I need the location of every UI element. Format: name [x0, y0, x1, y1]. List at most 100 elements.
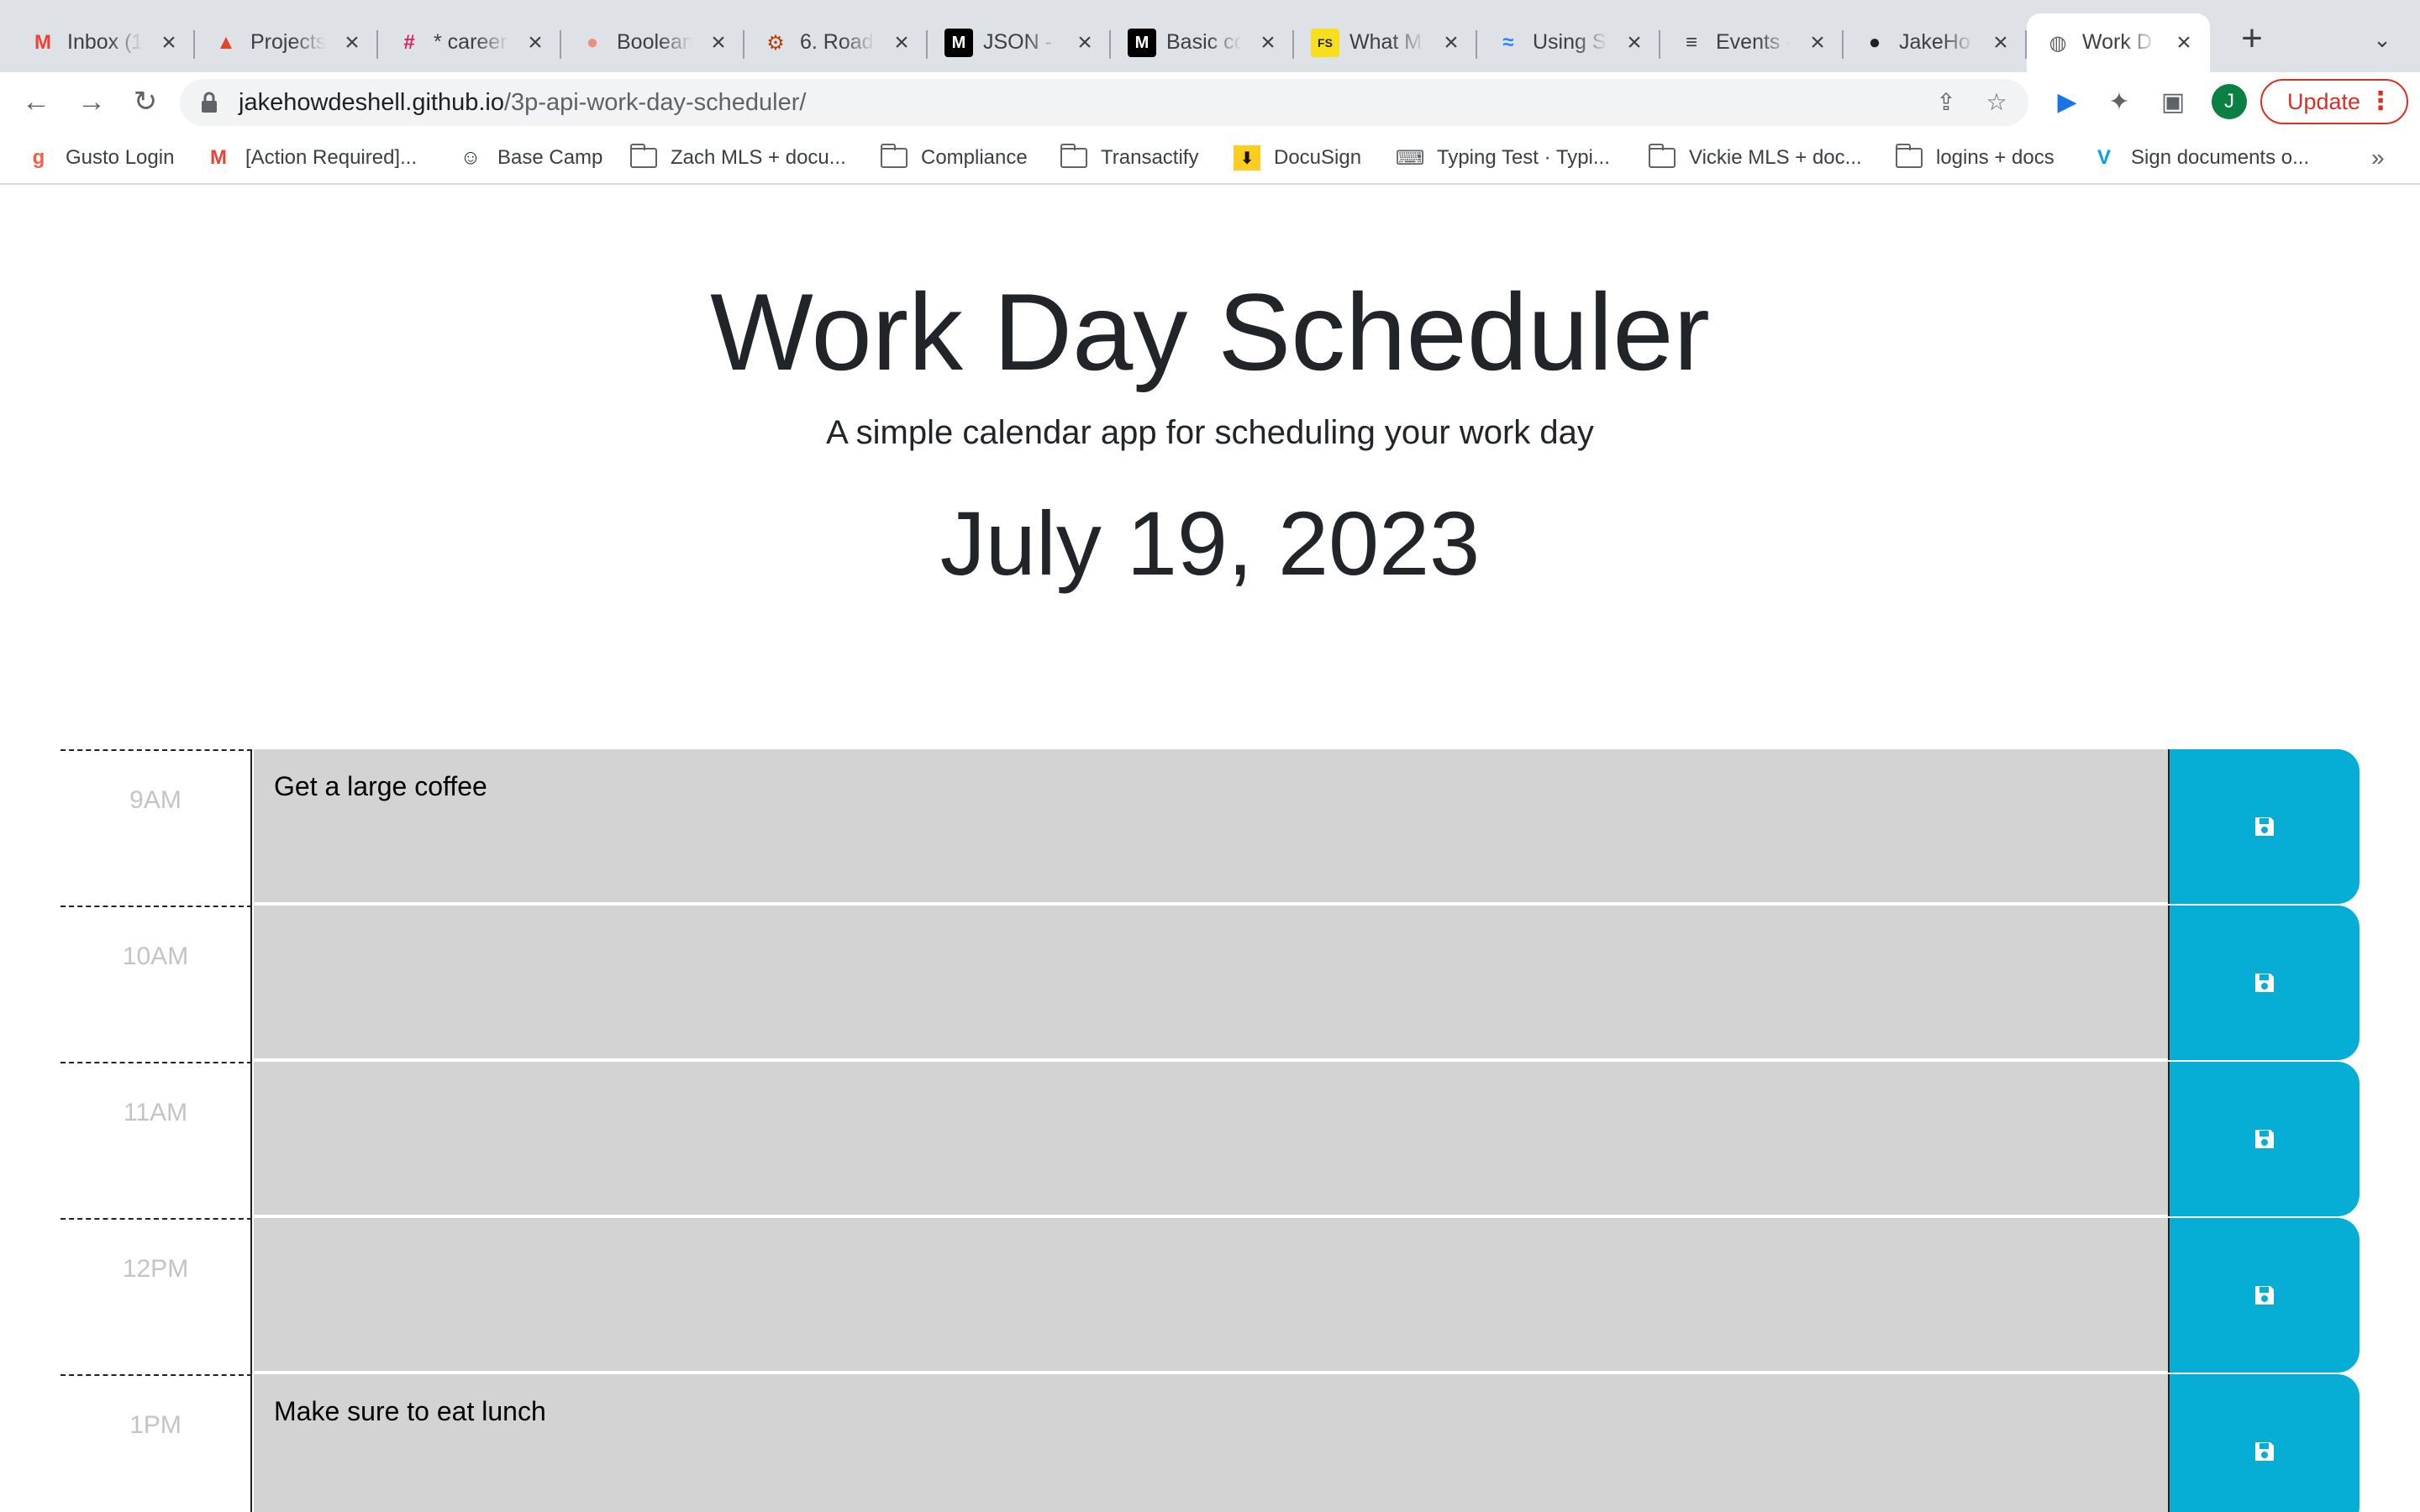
- browser-tab[interactable]: M JSON - ×: [928, 13, 1111, 72]
- tab-close-icon[interactable]: ×: [338, 29, 366, 57]
- folder-icon: [881, 144, 908, 171]
- save-icon: [2255, 1130, 2274, 1148]
- bookmark-item[interactable]: logins + docs: [1896, 143, 2054, 173]
- tab-close-icon[interactable]: ×: [155, 29, 183, 57]
- browser-tab[interactable]: FS What M ×: [1294, 13, 1477, 72]
- tab-close-icon[interactable]: ×: [1986, 29, 2015, 57]
- event-textarea[interactable]: Get a large coffee: [254, 749, 2168, 904]
- bookmark-label: Gusto Login: [66, 146, 175, 169]
- folder-shape: [1060, 144, 1087, 168]
- hour-label: 10AM: [60, 906, 252, 1062]
- browser-tab[interactable]: # * career ×: [378, 13, 561, 72]
- bookmark-item[interactable]: Zach MLS + docu...: [630, 143, 846, 173]
- new-tab-button[interactable]: +: [2235, 20, 2269, 57]
- folder-shape: [1649, 144, 1676, 168]
- bookmark-item[interactable]: Transactify: [1060, 143, 1198, 173]
- bookmark-item[interactable]: Compliance: [881, 143, 1028, 173]
- profile-avatar[interactable]: J: [2212, 84, 2247, 119]
- tab-close-icon[interactable]: ×: [704, 29, 733, 57]
- typewriter-icon: ⌨: [1395, 146, 1425, 170]
- tab-title: What M: [1349, 27, 1425, 57]
- bookmarks-overflow-icon[interactable]: »: [2371, 143, 2385, 173]
- url-text[interactable]: jakehowdeshell.github.io/3p-api-work-day…: [239, 87, 806, 118]
- bookmark-item[interactable]: ☺ Base Camp: [457, 143, 603, 173]
- event-textarea[interactable]: [254, 906, 2168, 1060]
- dotloop-icon: V: [2096, 146, 2111, 169]
- forward-icon[interactable]: →: [74, 84, 109, 119]
- tab-title: 6. Road: [800, 27, 876, 57]
- bookmark-item[interactable]: g Gusto Login: [25, 143, 175, 173]
- mdn-icon: M: [944, 29, 973, 57]
- update-button[interactable]: Update ⋮: [2260, 79, 2408, 124]
- extension-icon[interactable]: ▶: [2052, 87, 2082, 118]
- confluence-icon: ≈: [1502, 31, 1514, 54]
- bookmark-item[interactable]: Vickie MLS + doc...: [1649, 143, 1862, 173]
- bookmark-label: Vickie MLS + doc...: [1689, 146, 1862, 169]
- folder-shape: [630, 144, 657, 168]
- tab-close-icon[interactable]: ×: [2170, 29, 2198, 57]
- save-button[interactable]: [2168, 906, 2360, 1060]
- bookmark-item[interactable]: V Sign documents o...: [2091, 143, 2309, 173]
- tab-strip: M Inbox (1 × ▲ Projects × # * career × ● Boolean × ⚙…: [0, 0, 2420, 72]
- bookmarks-bar: g Gusto Login M [Action Required]... ☺ Base C…: [0, 131, 2420, 185]
- bookmark-label: [Action Required]...: [245, 146, 418, 169]
- bookmark-label: Compliance: [921, 146, 1028, 169]
- folder-icon: [630, 144, 657, 171]
- bookmark-label: Base Camp: [497, 146, 603, 169]
- save-button[interactable]: [2168, 1062, 2360, 1216]
- share-icon[interactable]: ⇪: [1933, 89, 1960, 116]
- tab-close-icon[interactable]: ×: [1803, 29, 1832, 57]
- tab-close-icon[interactable]: ×: [1437, 29, 1465, 57]
- event-textarea[interactable]: Make sure to eat lunch: [254, 1374, 2168, 1512]
- save-button[interactable]: [2168, 1374, 2360, 1512]
- lock-icon: [202, 92, 217, 113]
- rust-icon: ⚙: [766, 31, 785, 55]
- bookmark-label: DocuSign: [1274, 146, 1362, 169]
- time-block: 9AM Get a large coffee: [60, 749, 2360, 906]
- extensions-puzzle-icon[interactable]: ✦: [2104, 87, 2134, 118]
- update-label: Update: [2287, 89, 2361, 114]
- bookmark-item[interactable]: ⌨ Typing Test · Typi...: [1395, 143, 1610, 173]
- bookmark-item[interactable]: M [Action Required]...: [205, 143, 417, 173]
- slack-icon: #: [403, 31, 415, 54]
- tab-close-icon[interactable]: ×: [521, 29, 550, 57]
- reload-icon[interactable]: ↻: [128, 84, 163, 119]
- browser-tab[interactable]: M Inbox (1 ×: [12, 13, 195, 72]
- browser-tab[interactable]: ● JakeHo ×: [1844, 13, 2027, 72]
- gmail-icon: M: [210, 146, 227, 169]
- save-button[interactable]: [2168, 749, 2360, 904]
- browser-tab[interactable]: M Basic co ×: [1111, 13, 1294, 72]
- back-icon[interactable]: ←: [18, 84, 54, 119]
- tab-close-icon[interactable]: ×: [1620, 29, 1649, 57]
- tab-close-icon[interactable]: ×: [1254, 29, 1282, 57]
- browser-tab[interactable]: ≈ Using S ×: [1477, 13, 1660, 72]
- gitlab-icon: ▲: [216, 31, 236, 54]
- folder-shape: [881, 144, 908, 168]
- browser-tab[interactable]: ● Boolean ×: [561, 13, 744, 72]
- side-panel-icon[interactable]: ▣: [2158, 87, 2188, 118]
- browser-tab[interactable]: ⚙ 6. Road ×: [744, 13, 928, 72]
- tab-title: JSON -: [983, 27, 1059, 57]
- bookmark-label: Typing Test · Typi...: [1437, 146, 1610, 169]
- tab-title: Boolean: [617, 27, 692, 57]
- browser-tab[interactable]: ◍ Work D ×: [2027, 13, 2210, 72]
- tab-title: Work D: [2082, 27, 2158, 57]
- browser-tab[interactable]: ≡ Events - ×: [1660, 13, 1844, 72]
- tab-close-icon[interactable]: ×: [1071, 29, 1099, 57]
- tab-close-icon[interactable]: ×: [887, 29, 916, 57]
- event-textarea[interactable]: [254, 1062, 2168, 1216]
- event-textarea[interactable]: [254, 1218, 2168, 1373]
- address-bar[interactable]: jakehowdeshell.github.io/3p-api-work-day…: [180, 79, 2028, 126]
- save-icon: [2255, 974, 2274, 992]
- bookmark-star-icon[interactable]: ☆: [1983, 89, 2010, 116]
- tab-title: Inbox (1: [67, 27, 143, 57]
- browser-tab[interactable]: ▲ Projects ×: [195, 13, 378, 72]
- globe-icon: ◍: [2049, 31, 2067, 55]
- hour-label: 1PM: [60, 1374, 252, 1512]
- save-button[interactable]: [2168, 1218, 2360, 1373]
- url-path: /3p-api-work-day-scheduler/: [504, 89, 807, 116]
- bookmark-item[interactable]: ⬇ DocuSign: [1234, 143, 1361, 173]
- tab-search-icon[interactable]: ⌄: [2368, 25, 2396, 54]
- github-icon: ●: [1868, 31, 1881, 54]
- folder-icon: [1649, 144, 1676, 171]
